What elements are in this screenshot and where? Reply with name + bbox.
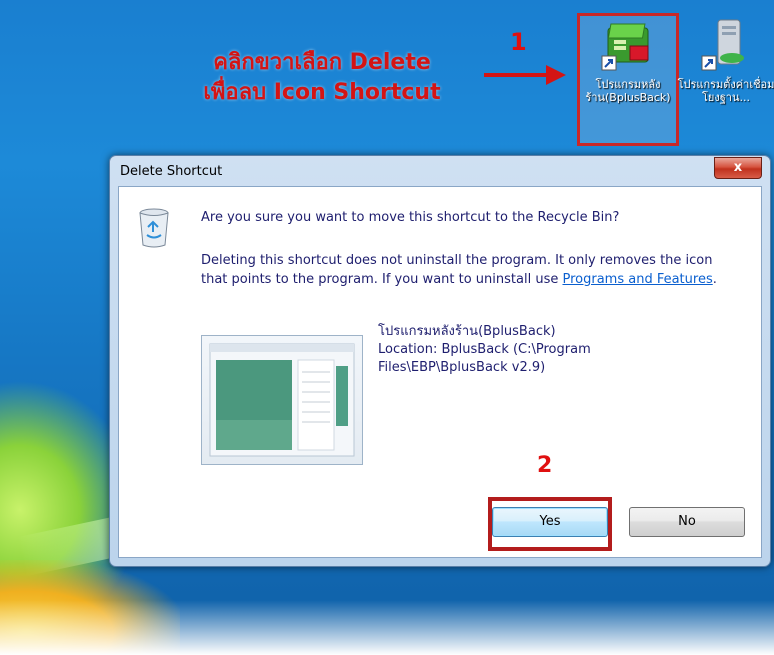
no-button[interactable]: No	[629, 507, 745, 537]
desktop-icon-database-setup[interactable]: โปรแกรมตั้งค่าเชื่อมโยงฐาน...	[676, 18, 774, 104]
shortcut-name: โปรแกรมหลังร้าน(BplusBack)	[378, 324, 556, 339]
bottom-fade	[0, 600, 774, 655]
confirm-question: Are you sure you want to move this short…	[201, 210, 620, 225]
delete-shortcut-dialog: Delete Shortcut x Are you sure you want …	[109, 155, 771, 567]
desktop-icon-label: โปรแกรมตั้งค่าเชื่อมโยงฐาน...	[677, 78, 774, 104]
yes-button[interactable]: Yes	[492, 507, 608, 537]
dialog-title: Delete Shortcut	[120, 164, 223, 179]
dialog-titlebar[interactable]: Delete Shortcut x	[110, 156, 770, 186]
arrow-icon	[484, 65, 566, 85]
shortcut-thumbnail	[201, 335, 363, 465]
instruction-line-1: คลิกขวาเลือก Delete	[213, 50, 431, 75]
shortcut-location-line1: Location: BplusBack (C:\Program	[378, 342, 591, 357]
close-button[interactable]: x	[714, 157, 762, 179]
bplusback-program-icon	[600, 18, 656, 74]
step-1-marker: 1	[510, 28, 527, 56]
desktop-icon-label: โปรแกรมหลังร้าน(BplusBack)	[585, 78, 671, 104]
desktop-icon-bplusback[interactable]: โปรแกรมหลังร้าน(BplusBack)	[578, 18, 678, 104]
instruction-text: คลิกขวาเลือก Delete เพื่อลบ Icon Shortcu…	[172, 48, 472, 108]
shortcut-info: โปรแกรมหลังร้าน(BplusBack) Location: Bpl…	[378, 323, 591, 377]
programs-and-features-link[interactable]: Programs and Features	[562, 272, 712, 287]
instruction-line-2: เพื่อลบ Icon Shortcut	[203, 80, 441, 105]
shortcut-location-line2: Files\EBP\BplusBack v2.9)	[378, 360, 546, 375]
close-icon: x	[733, 160, 743, 175]
database-program-icon	[698, 18, 754, 74]
description-text: Deleting this shortcut does not uninstal…	[201, 251, 741, 289]
step-2-marker: 2	[537, 453, 553, 478]
recycle-bin-icon	[139, 208, 169, 248]
description-end: .	[712, 272, 717, 287]
dialog-content: Are you sure you want to move this short…	[118, 186, 762, 558]
